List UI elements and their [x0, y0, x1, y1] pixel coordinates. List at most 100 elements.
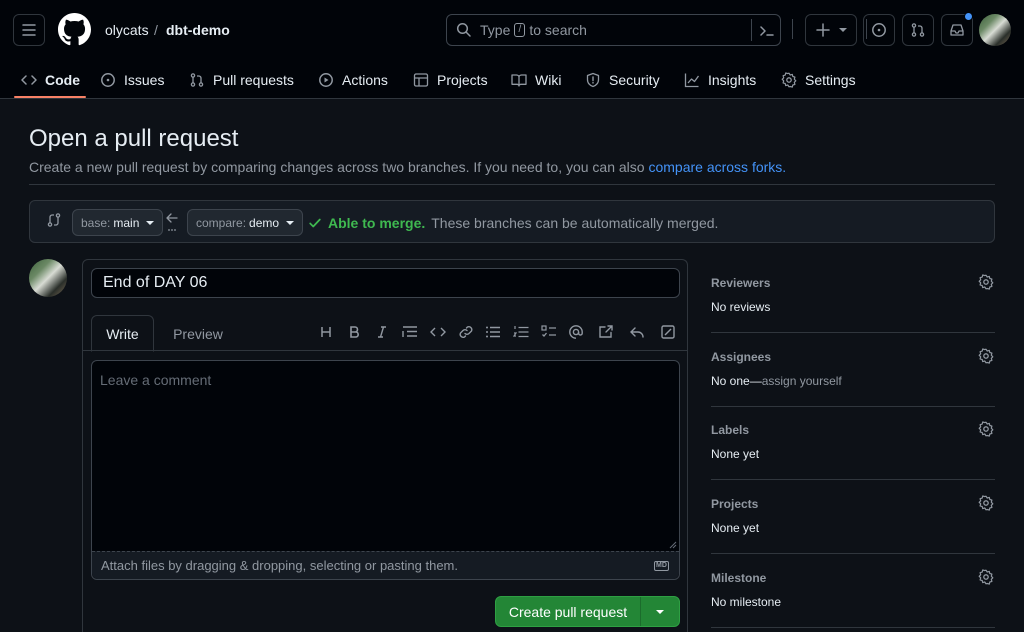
command-palette-icon[interactable] [759, 23, 775, 39]
assignees-value: No one—assign yourself [711, 373, 842, 389]
compare-branch-value: demo [249, 215, 280, 230]
assignees-heading[interactable]: Assignees [711, 349, 771, 365]
arrow-left-icon [166, 213, 178, 231]
gear-icon[interactable] [978, 274, 994, 290]
tab-security-label: Security [609, 71, 660, 88]
tab-settings[interactable]: Settings [781, 60, 856, 99]
issue-icon [101, 72, 115, 87]
pull-request-icon [911, 23, 925, 37]
tab-projects-label: Projects [437, 71, 488, 88]
chevron-down-icon [146, 220, 155, 225]
tab-preview[interactable]: Preview [162, 315, 234, 352]
link-icon[interactable] [457, 323, 475, 341]
cross-reference-icon[interactable] [597, 323, 615, 341]
compare-branch-prefix: compare: [196, 215, 247, 230]
hamburger-menu-button[interactable] [13, 14, 45, 46]
reviewers-heading[interactable]: Reviewers [711, 275, 770, 291]
tab-code[interactable]: Code [21, 60, 80, 99]
projects-heading[interactable]: Projects [711, 496, 758, 512]
title-input[interactable] [91, 268, 680, 298]
compare-icon [47, 213, 61, 227]
milestone-heading[interactable]: Milestone [711, 570, 766, 586]
sidebar-assignees: Assignees No one—assign yourself [711, 333, 995, 407]
resize-handle-icon[interactable] [669, 541, 677, 549]
milestone-value: No milestone [711, 595, 782, 609]
pull-request-icon [190, 72, 204, 87]
gear-icon[interactable] [978, 569, 994, 585]
play-icon [319, 72, 333, 87]
fullscreen-icon[interactable] [659, 323, 677, 341]
attach-files-bar[interactable]: Attach files by dragging & dropping, sel… [92, 551, 679, 579]
breadcrumb-repo[interactable]: dbt-demo [166, 20, 230, 40]
shield-icon [586, 72, 600, 87]
tab-pull-requests[interactable]: Pull requests [189, 60, 294, 99]
chevron-down-icon [656, 609, 664, 614]
unordered-list-icon[interactable] [484, 323, 502, 341]
search-divider [751, 19, 752, 41]
italic-icon[interactable] [373, 323, 391, 341]
reply-icon[interactable] [628, 323, 646, 341]
tab-security[interactable]: Security [585, 60, 660, 99]
markdown-icon[interactable]: MD [654, 561, 669, 571]
tab-write[interactable]: Write [91, 315, 154, 352]
bold-icon[interactable] [345, 323, 363, 341]
create-new-button[interactable] [805, 14, 857, 46]
tab-actions[interactable]: Actions [318, 60, 388, 99]
issues-button[interactable] [863, 14, 895, 46]
check-icon [309, 218, 321, 228]
table-icon [413, 72, 429, 87]
page-title: Open a pull request [29, 125, 239, 152]
sidebar-milestone: Milestone No milestone [711, 554, 995, 628]
search-shortcut-key: / [514, 23, 526, 37]
sidebar-reviewers: Reviewers No reviews [711, 259, 995, 333]
gear-icon [781, 71, 797, 88]
page-subtitle: Create a new pull request by comparing c… [29, 157, 786, 177]
repo-nav: Code Issues Pull requests Actions Projec… [0, 60, 1024, 99]
tab-projects[interactable]: Projects [413, 60, 488, 99]
create-pull-request-button[interactable]: Create pull request [495, 596, 680, 627]
graph-icon [684, 73, 700, 87]
chevron-down-icon [286, 220, 295, 225]
compare-forks-link[interactable]: compare across forks. [648, 159, 786, 175]
title-divider [29, 184, 995, 185]
assignees-none: No one— [711, 374, 762, 388]
gear-icon[interactable] [978, 348, 994, 364]
ordered-list-icon[interactable] [512, 323, 530, 341]
quote-icon[interactable] [401, 323, 419, 341]
menu-icon [22, 24, 36, 36]
book-icon [511, 73, 527, 87]
task-list-icon[interactable] [540, 323, 558, 341]
tab-issues-label: Issues [124, 71, 165, 88]
breadcrumb-separator: / [154, 22, 158, 38]
comment-textarea[interactable]: Leave a comment Attach files by dragging… [91, 360, 680, 580]
tab-insights[interactable]: Insights [684, 60, 756, 99]
base-branch-select[interactable]: base: main [72, 209, 164, 236]
merge-status: Able to merge. These branches can be aut… [308, 213, 718, 233]
search-input[interactable]: Type / to search [446, 14, 781, 46]
user-avatar[interactable] [979, 14, 1011, 46]
labels-heading[interactable]: Labels [711, 422, 749, 438]
gear-icon[interactable] [978, 421, 994, 437]
tab-wiki[interactable]: Wiki [511, 60, 561, 99]
create-options-dropdown[interactable] [641, 609, 679, 614]
tab-issues[interactable]: Issues [100, 60, 164, 99]
pull-requests-button[interactable] [902, 14, 934, 46]
heading-icon[interactable] [317, 323, 335, 341]
code-icon[interactable] [429, 323, 447, 341]
tabs-divider [83, 350, 687, 351]
attach-files-hint: Attach files by dragging & dropping, sel… [101, 558, 458, 573]
assign-yourself-link[interactable]: assign yourself [762, 374, 842, 388]
search-icon [456, 22, 471, 37]
labels-value: None yet [711, 447, 760, 461]
comment-placeholder: Leave a comment [100, 372, 212, 388]
mention-icon[interactable] [567, 323, 585, 341]
issue-icon [872, 23, 886, 37]
tab-actions-label: Actions [342, 71, 388, 88]
breadcrumb-owner[interactable]: olycats [105, 20, 149, 40]
github-logo-icon[interactable] [58, 13, 91, 46]
notification-dot [964, 12, 973, 21]
tab-code-label: Code [45, 71, 80, 88]
gear-icon[interactable] [978, 495, 994, 511]
compare-branch-select[interactable]: compare: demo [187, 209, 304, 236]
chevron-down-icon [839, 28, 847, 32]
